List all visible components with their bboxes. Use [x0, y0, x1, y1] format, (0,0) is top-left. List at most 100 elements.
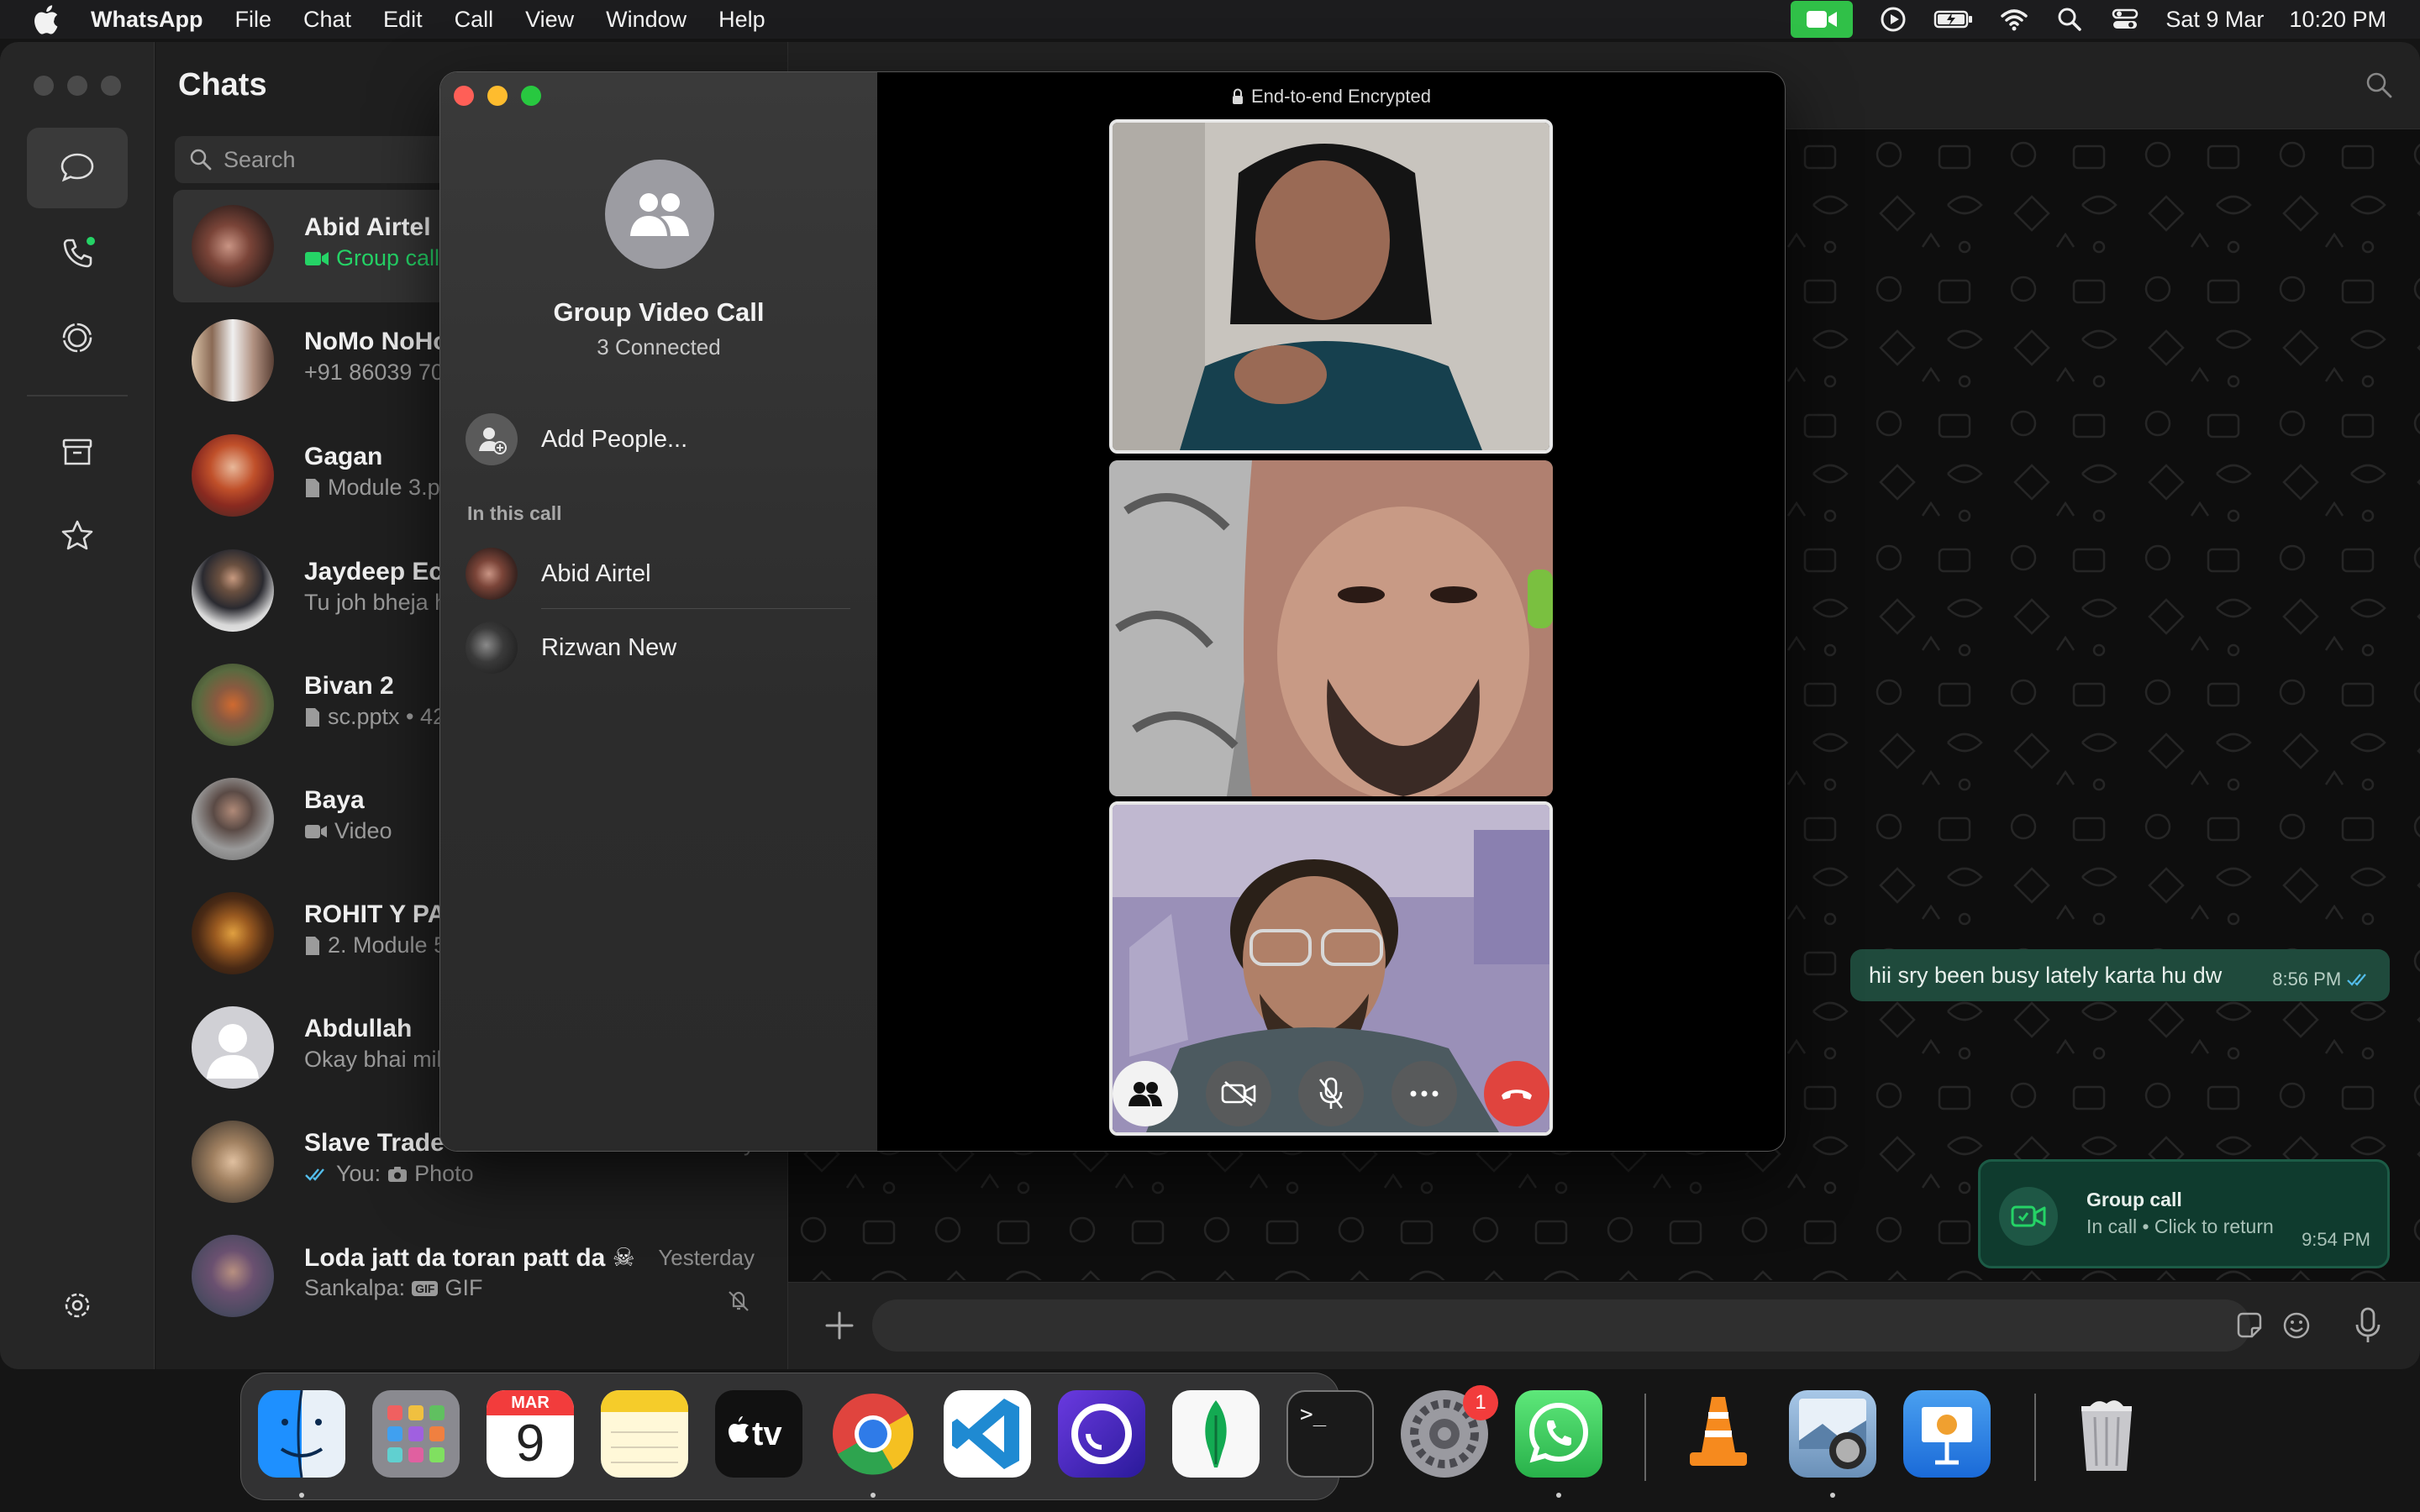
mongodb-compass-icon[interactable]	[1172, 1390, 1260, 1478]
call-window-zoom-button[interactable]	[521, 86, 541, 106]
status-tab[interactable]	[27, 297, 128, 378]
message-text: hii sry been busy lately karta hu dw	[1869, 962, 2223, 988]
search-in-chat-icon[interactable]	[2363, 69, 2395, 101]
lock-icon	[1232, 88, 1243, 104]
video-off-icon	[1221, 1081, 1255, 1106]
read-receipt-icon	[2347, 974, 2367, 986]
group-icon	[630, 193, 689, 236]
now-playing-icon[interactable]	[1878, 4, 1908, 34]
chats-title: Chats	[178, 67, 267, 102]
outgoing-message-bubble[interactable]: hii sry been busy lately karta hu dw 8:5…	[1850, 949, 2391, 1001]
participants-button[interactable]	[1113, 1061, 1178, 1126]
terminal-icon[interactable]: >_	[1286, 1390, 1374, 1478]
attach-plus-icon[interactable]	[822, 1308, 857, 1343]
menu-chat[interactable]: Chat	[303, 7, 351, 33]
gear-icon	[65, 1293, 90, 1318]
calendar-day: 9	[515, 1415, 545, 1473]
call-window-minimize-button[interactable]	[487, 86, 508, 106]
emoji-icon[interactable]	[2281, 1310, 2312, 1341]
avatar	[192, 778, 274, 860]
window-zoom-button[interactable]	[101, 76, 121, 96]
settings-tab[interactable]	[27, 1265, 128, 1346]
menu-view[interactable]: View	[525, 7, 574, 33]
spotlight-search-icon[interactable]	[2054, 4, 2085, 34]
navigation-rail	[0, 42, 155, 1369]
proton-vpn-icon[interactable]	[1058, 1390, 1145, 1478]
message-composer	[788, 1282, 2420, 1369]
apple-logo-icon[interactable]	[32, 3, 59, 35]
chat-name: Abdullah	[304, 1015, 413, 1042]
search-icon	[190, 149, 212, 171]
window-close-button[interactable]	[34, 76, 54, 96]
menu-file[interactable]: File	[234, 7, 271, 33]
vscode-icon[interactable]	[944, 1390, 1031, 1478]
calendar-icon[interactable]: MAR 9	[487, 1390, 574, 1478]
starred-tab[interactable]	[27, 496, 128, 576]
tv-label: tv	[752, 1415, 782, 1452]
keynote-icon[interactable]	[1903, 1390, 1991, 1478]
chats-tab[interactable]	[27, 128, 128, 208]
menu-help[interactable]: Help	[718, 7, 765, 33]
video-tile-participant-2[interactable]	[1109, 460, 1553, 796]
vlc-icon[interactable]	[1675, 1390, 1762, 1478]
add-people-button[interactable]: Add People...	[466, 413, 687, 465]
status-icon	[62, 323, 92, 353]
more-options-button[interactable]	[1391, 1061, 1457, 1126]
camera-off-button[interactable]	[1205, 1061, 1271, 1126]
group-call-card-time: 9:54 PM	[2302, 1229, 2370, 1250]
finder-icon[interactable]	[258, 1390, 345, 1478]
mute-button[interactable]	[1298, 1061, 1364, 1126]
muted-icon	[729, 1291, 749, 1311]
control-center-icon[interactable]	[2110, 4, 2140, 34]
chats-icon	[60, 153, 94, 182]
participant-name: Abid Airtel	[541, 559, 651, 587]
menu-window[interactable]: Window	[606, 7, 687, 33]
menu-edit[interactable]: Edit	[383, 7, 423, 33]
facetime-indicator-icon[interactable]	[1791, 1, 1854, 38]
whatsapp-icon[interactable]	[1515, 1390, 1602, 1478]
message-input[interactable]	[872, 1299, 2250, 1352]
chat-row[interactable]: Loda jatt da toran patt da ☠ Yesterday S…	[173, 1220, 771, 1332]
calls-tab[interactable]	[27, 213, 128, 294]
group-avatar	[605, 160, 714, 269]
wifi-icon[interactable]	[1999, 4, 2029, 34]
default-avatar-icon	[207, 1024, 259, 1079]
apple-tv-icon[interactable]: tv	[715, 1390, 802, 1478]
archived-tab[interactable]	[27, 412, 128, 492]
participant-row[interactable]: Abid Airtel	[466, 546, 651, 601]
dock: MAR 9 tv >_ 1	[240, 1373, 2132, 1500]
participant-avatar	[466, 622, 518, 674]
launchpad-icon[interactable]	[372, 1390, 460, 1478]
call-window-close-button[interactable]	[454, 86, 474, 106]
battery-icon[interactable]	[1933, 4, 1974, 34]
add-person-icon	[466, 413, 518, 465]
end-call-button[interactable]	[1484, 1061, 1549, 1126]
menu-call[interactable]: Call	[455, 7, 494, 33]
chat-name: Gagan	[304, 443, 383, 470]
microphone-icon[interactable]	[2351, 1306, 2385, 1345]
message-time: 8:56 PM	[2272, 969, 2342, 990]
group-call-return-card[interactable]: Group call In call • Click to return 9:5…	[1978, 1159, 2390, 1268]
document-icon	[306, 478, 319, 497]
participant-row[interactable]: Rizwan New	[466, 620, 676, 675]
sticker-icon[interactable]	[2233, 1310, 2265, 1341]
notes-icon[interactable]	[601, 1390, 688, 1478]
chrome-icon[interactable]	[829, 1390, 917, 1478]
menubar-date[interactable]: Sat 9 Mar	[2165, 7, 2264, 33]
chat-name: Abid Airtel	[304, 213, 431, 241]
avatar	[192, 1235, 274, 1317]
calendar-month: MAR	[487, 1390, 574, 1415]
chat-preview: 2. Module 5 ,	[328, 932, 460, 958]
menubar-time[interactable]: 10:20 PM	[2289, 7, 2386, 33]
chat-name: Loda jatt da toran patt da ☠	[304, 1244, 635, 1272]
rail-divider	[27, 395, 128, 396]
video-call-icon	[305, 251, 329, 265]
call-connected-count: 3 Connected	[597, 334, 721, 360]
preview-icon[interactable]	[1789, 1390, 1876, 1478]
video-tile-participant-1[interactable]	[1109, 119, 1553, 454]
window-minimize-button[interactable]	[67, 76, 87, 96]
menu-app-name[interactable]: WhatsApp	[91, 7, 203, 33]
in-this-call-label: In this call	[467, 502, 562, 524]
avatar	[192, 319, 274, 402]
trash-icon[interactable]	[2063, 1390, 2150, 1478]
